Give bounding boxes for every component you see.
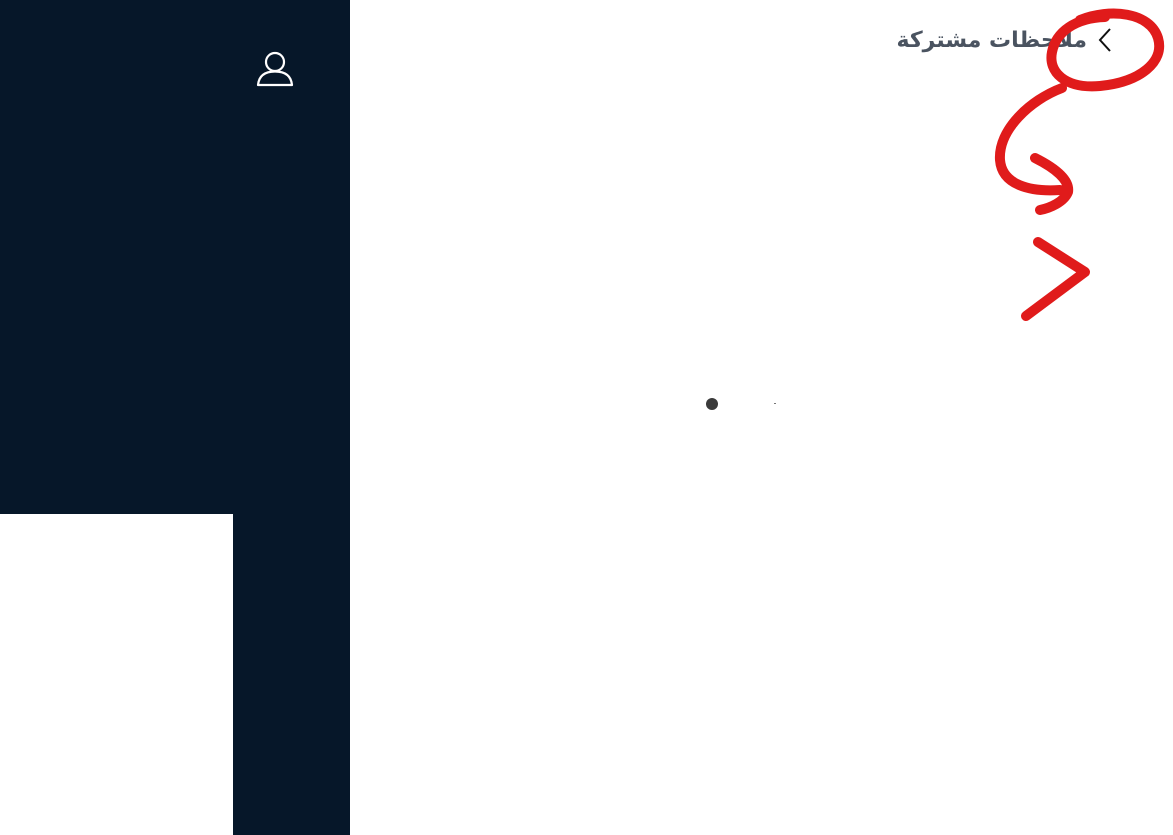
annotation-curved-arrow: [994, 83, 1074, 215]
page-title: ملاحظات مشتركة: [896, 27, 1087, 53]
blank-area: [0, 514, 233, 835]
page: ملاحظات مشتركة: [0, 0, 1173, 835]
loading-speck: [774, 403, 776, 404]
user-icon[interactable]: [255, 49, 295, 89]
annotation-chevron: [1021, 237, 1090, 321]
chevron-left-icon: [1098, 28, 1111, 52]
loading-dot: [706, 398, 718, 410]
back-button[interactable]: [1093, 22, 1117, 58]
page-header: ملاحظات مشتركة: [897, 22, 1117, 58]
